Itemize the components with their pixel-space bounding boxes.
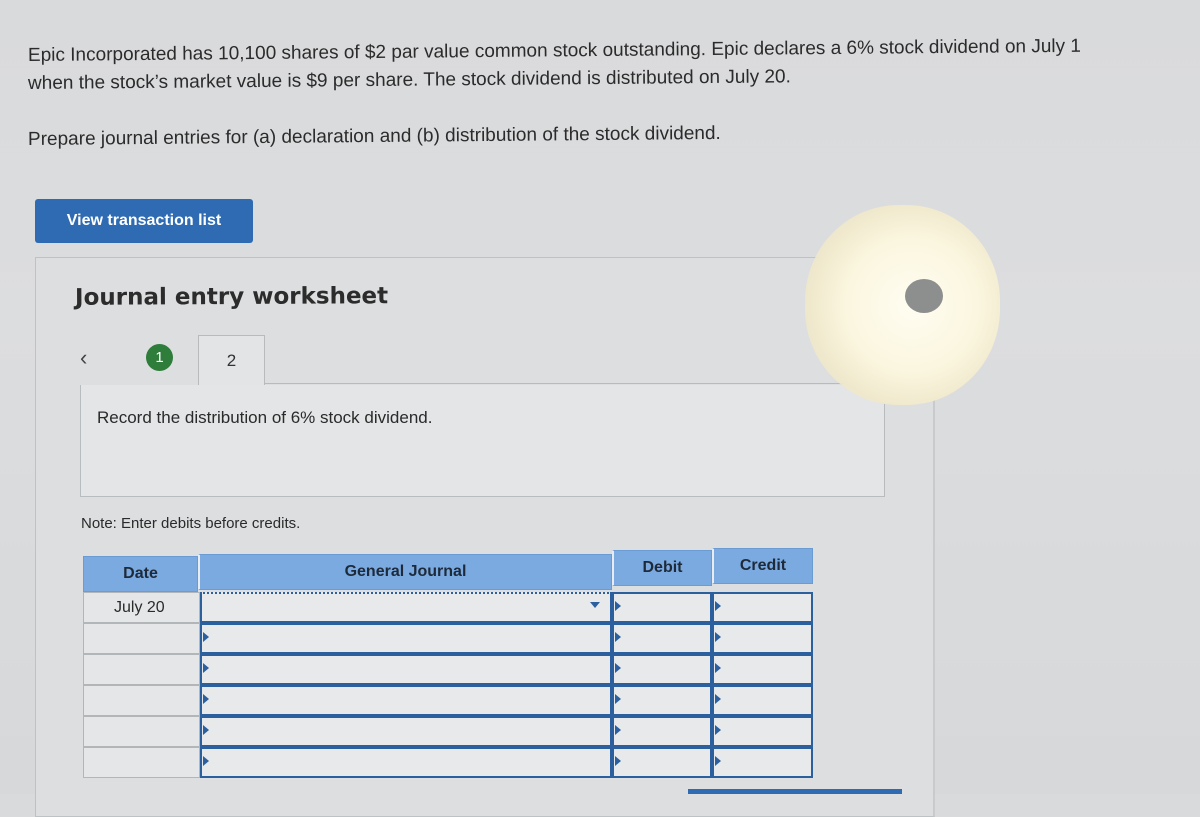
account-select[interactable] — [200, 592, 612, 623]
input-marker-icon — [715, 663, 721, 673]
account-input[interactable] — [200, 654, 612, 685]
table-row: July 20 — [83, 592, 815, 623]
input-marker-icon — [203, 725, 209, 735]
date-cell — [83, 716, 200, 747]
debit-input[interactable] — [612, 747, 712, 778]
worksheet-title: Journal entry worksheet — [74, 283, 389, 311]
step-2-label: 2 — [226, 350, 237, 370]
credit-input[interactable] — [712, 716, 813, 747]
table-row — [83, 747, 815, 778]
credit-input[interactable] — [712, 685, 813, 716]
input-marker-icon — [615, 663, 621, 673]
table-row — [83, 623, 815, 654]
input-marker-icon — [715, 601, 721, 611]
input-marker-icon — [615, 725, 621, 735]
instruction-text: Record the distribution of 6% stock divi… — [97, 408, 433, 427]
date-cell — [83, 623, 200, 654]
header-general-journal: General Journal — [198, 554, 612, 590]
debit-input[interactable] — [612, 623, 712, 654]
input-marker-icon — [715, 725, 721, 735]
header-date: Date — [83, 556, 198, 592]
account-input[interactable] — [200, 623, 612, 654]
debit-input[interactable] — [612, 685, 712, 716]
credit-input[interactable] — [712, 654, 813, 685]
step-1-label: 1 — [155, 349, 164, 366]
debit-input[interactable] — [612, 716, 712, 747]
previous-step-icon[interactable]: ‹ — [80, 345, 87, 371]
input-marker-icon — [203, 663, 209, 673]
debit-input[interactable] — [612, 592, 712, 623]
dropdown-arrow-icon[interactable] — [590, 602, 600, 608]
question-text-line-2: when the stock’s market value is $9 per … — [27, 66, 791, 94]
step-tab-2[interactable]: 2 — [198, 335, 265, 385]
date-cell — [83, 747, 200, 778]
credit-input[interactable] — [712, 747, 813, 778]
input-marker-icon — [615, 694, 621, 704]
table-row — [83, 685, 815, 716]
input-marker-icon — [715, 694, 721, 704]
input-marker-icon — [615, 632, 621, 642]
input-marker-icon — [715, 756, 721, 766]
account-input[interactable] — [200, 685, 612, 716]
debit-input[interactable] — [612, 654, 712, 685]
screen-glare — [805, 205, 1000, 405]
glare-reflection — [905, 279, 943, 313]
table-row — [83, 654, 815, 685]
credit-input[interactable] — [712, 623, 813, 654]
input-marker-icon — [203, 694, 209, 704]
input-marker-icon — [203, 756, 209, 766]
step-tab-1[interactable]: 1 — [146, 344, 173, 371]
date-cell: July 20 — [83, 592, 200, 623]
note-text: Note: Enter debits before credits. — [81, 515, 301, 532]
input-marker-icon — [615, 756, 621, 766]
input-marker-icon — [715, 632, 721, 642]
table-row — [83, 716, 815, 747]
date-cell — [83, 654, 200, 685]
view-transaction-list-button[interactable]: View transaction list — [35, 199, 253, 243]
account-input[interactable] — [200, 747, 612, 778]
date-cell — [83, 685, 200, 716]
question-instruction: Prepare journal entries for (a) declarat… — [27, 122, 721, 150]
header-debit: Debit — [612, 550, 712, 586]
instruction-box — [80, 385, 885, 497]
bottom-button-edge[interactable] — [688, 789, 902, 794]
credit-input[interactable] — [712, 592, 813, 623]
account-input[interactable] — [200, 716, 612, 747]
input-marker-icon — [203, 632, 209, 642]
input-marker-icon — [615, 601, 621, 611]
header-credit: Credit — [712, 548, 813, 584]
tab-divider — [265, 383, 937, 384]
